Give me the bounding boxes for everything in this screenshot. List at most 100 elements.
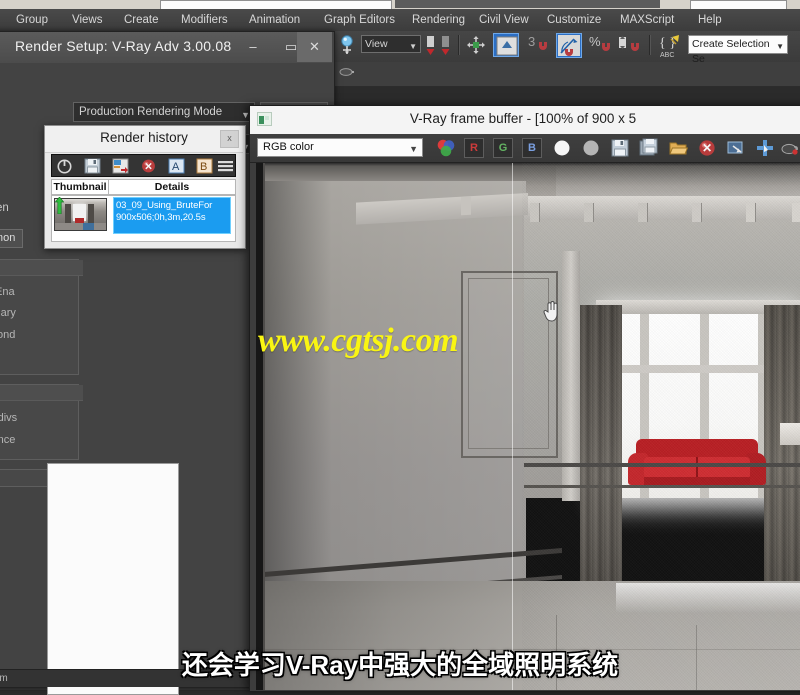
menu-icon[interactable] bbox=[218, 158, 233, 174]
menu-item-modifiers[interactable]: Modifiers bbox=[177, 12, 232, 28]
selection-set-value: Create Selection Se bbox=[692, 38, 770, 65]
green-arrow-icon bbox=[54, 196, 65, 215]
main-toolbar: View ▼ 3 % {} ABC Create Selection Se ▼ bbox=[333, 31, 800, 65]
save-all-icon[interactable] bbox=[639, 138, 659, 158]
interior-render-scene bbox=[256, 163, 800, 690]
snaps-toggle-button[interactable] bbox=[493, 33, 519, 57]
secondary-toolbar bbox=[333, 62, 800, 87]
svg-text:{ }: { } bbox=[659, 36, 676, 51]
render-last-icon[interactable] bbox=[780, 138, 800, 158]
spinner-snap-icon[interactable] bbox=[618, 34, 642, 56]
svg-text:B: B bbox=[200, 161, 207, 173]
render-history-close-button[interactable]: x bbox=[220, 130, 239, 148]
rollout-global-illumination: - ✔ Ena Primary Second bbox=[0, 259, 83, 375]
rollout-irradiance-map: - Subdivs Bounce bbox=[0, 384, 83, 460]
render-history-titlebar[interactable]: Render history x bbox=[45, 126, 243, 153]
red-channel-icon[interactable]: R bbox=[464, 138, 484, 158]
alpha-grey-icon[interactable] bbox=[581, 138, 601, 158]
svg-text:%: % bbox=[589, 34, 601, 49]
render-history-list[interactable]: 03_09_Using_BruteFor 900x506;0h,3m,20.5s bbox=[51, 195, 236, 242]
history-detail-name: 03_09_Using_BruteFor bbox=[116, 200, 213, 211]
svg-text:A: A bbox=[172, 161, 180, 173]
vfb-channel-combo[interactable]: RGB color ▼ bbox=[257, 138, 423, 157]
target-combo[interactable]: Production Rendering Mode ▼ bbox=[73, 102, 255, 122]
open-image-icon[interactable] bbox=[668, 138, 689, 158]
green-channel-icon[interactable]: G bbox=[493, 138, 513, 158]
menu-item-animation[interactable]: Animation bbox=[245, 12, 304, 28]
menu-item-graph-editors[interactable]: Graph Editors bbox=[320, 12, 399, 28]
vfb-channel-value: RGB color bbox=[263, 141, 314, 153]
abc-label: ABC bbox=[660, 52, 674, 59]
chevron-down-icon-2: ▼ bbox=[776, 42, 784, 51]
render-setup-titlebar[interactable]: Render Setup: V-Ray Adv 3.00.08 – ▭ ✕ bbox=[0, 32, 332, 64]
menu-item-views[interactable]: Views bbox=[68, 12, 106, 28]
alpha-white-icon[interactable] bbox=[552, 138, 572, 158]
coordinate-system-combo[interactable]: View ▼ bbox=[361, 35, 421, 53]
use-pivot-point-icon[interactable] bbox=[425, 34, 438, 56]
menu-item-maxscript[interactable]: MAXScript bbox=[616, 12, 678, 28]
select-and-move-icon[interactable] bbox=[466, 35, 486, 55]
vfb-toolbar: RGB color ▼ R G B bbox=[250, 134, 800, 163]
svg-text:3: 3 bbox=[528, 34, 535, 49]
save-image-icon[interactable] bbox=[610, 138, 630, 158]
sliver-gap bbox=[395, 0, 660, 8]
enable-gi-label: Ena bbox=[0, 286, 15, 298]
column-header-thumbnail[interactable]: Thumbnail bbox=[52, 180, 108, 195]
chevron-down-icon: ▼ bbox=[409, 144, 418, 154]
slot-b-icon[interactable]: B bbox=[196, 158, 213, 174]
clear-image-icon[interactable] bbox=[697, 138, 717, 158]
selection-set-combo[interactable]: Create Selection Se ▼ bbox=[688, 35, 788, 65]
named-selection-sets-icon[interactable]: { } ABC bbox=[658, 33, 684, 59]
percent-snap-icon[interactable]: % bbox=[589, 34, 613, 56]
slot-a-icon[interactable]: A bbox=[168, 158, 185, 174]
vray-frame-buffer-window: V-Ray frame buffer - [100% of 900 x 5 RG… bbox=[249, 105, 800, 692]
rollout-2-header[interactable]: - bbox=[0, 385, 83, 401]
tab-common[interactable]: Common bbox=[0, 229, 23, 248]
angle-snap-toggle-button[interactable] bbox=[556, 33, 582, 58]
minimize-button[interactable]: – bbox=[234, 32, 272, 62]
site-watermark: www.cgtsj.com bbox=[258, 322, 459, 359]
vfb-rendered-image[interactable] bbox=[256, 163, 800, 690]
target-value: Production Rendering Mode bbox=[79, 106, 223, 118]
use-selection-center-icon[interactable] bbox=[440, 34, 453, 56]
vfb-titlebar[interactable]: V-Ray frame buffer - [100% of 900 x 5 bbox=[250, 106, 800, 135]
angle-snap-3-icon[interactable]: 3 bbox=[528, 34, 552, 56]
copy-to-max-icon[interactable] bbox=[726, 138, 746, 158]
video-subtitle: 还会学习V-Ray中强大的全域照明系统 bbox=[181, 650, 619, 680]
render-setup-title: Render Setup: V-Ray Adv 3.00.08 bbox=[15, 38, 232, 54]
toolbar-separator-2 bbox=[649, 35, 651, 55]
render-history-toolbar: A B bbox=[51, 154, 236, 177]
mouse-cursor-icon bbox=[543, 300, 559, 322]
color-wheel-icon[interactable] bbox=[436, 138, 456, 158]
toolbar-separator bbox=[458, 35, 460, 55]
render-history-window: Render history x A B Thumbnail Details 0… bbox=[44, 125, 246, 249]
layer-icon[interactable] bbox=[339, 65, 357, 77]
delete-icon[interactable] bbox=[140, 158, 157, 174]
power-icon[interactable] bbox=[56, 158, 73, 174]
bounces-label: Bounce bbox=[0, 434, 16, 446]
column-header-details[interactable]: Details bbox=[109, 180, 235, 195]
chevron-down-icon: ▼ bbox=[409, 42, 417, 51]
menu-item-customize[interactable]: Customize bbox=[543, 12, 605, 28]
menu-item-group[interactable]: Group bbox=[12, 12, 52, 28]
render-history-column-headers: Thumbnail Details bbox=[51, 179, 236, 195]
reference-coordinate-icon[interactable] bbox=[338, 34, 358, 56]
menu-item-rendering[interactable]: Rendering bbox=[408, 12, 469, 28]
render-history-title: Render history bbox=[100, 130, 188, 145]
pan-icon[interactable] bbox=[755, 138, 775, 158]
subdivs-label: Subdivs bbox=[0, 412, 18, 424]
render-region-divider[interactable] bbox=[512, 163, 513, 690]
close-button[interactable]: ✕ bbox=[297, 32, 332, 62]
secondary-bounces-label: Second bbox=[0, 329, 16, 341]
blue-channel-icon[interactable]: B bbox=[522, 138, 542, 158]
history-detail-cell[interactable]: 03_09_Using_BruteFor 900x506;0h,3m,20.5s bbox=[113, 197, 231, 234]
history-detail-meta: 900x506;0h,3m,20.5s bbox=[116, 212, 206, 223]
menu-item-help[interactable]: Help bbox=[694, 12, 726, 28]
menu-item-create[interactable]: Create bbox=[120, 12, 163, 28]
menu-item-civil-view[interactable]: Civil View bbox=[475, 12, 533, 28]
save-to-disk-icon[interactable] bbox=[112, 158, 129, 174]
view-to-render-label: ew to Ren bbox=[0, 202, 9, 214]
rollout-1-header[interactable]: - bbox=[0, 260, 83, 276]
save-icon[interactable] bbox=[84, 158, 101, 174]
primary-bounces-label: Primary bbox=[0, 307, 16, 319]
